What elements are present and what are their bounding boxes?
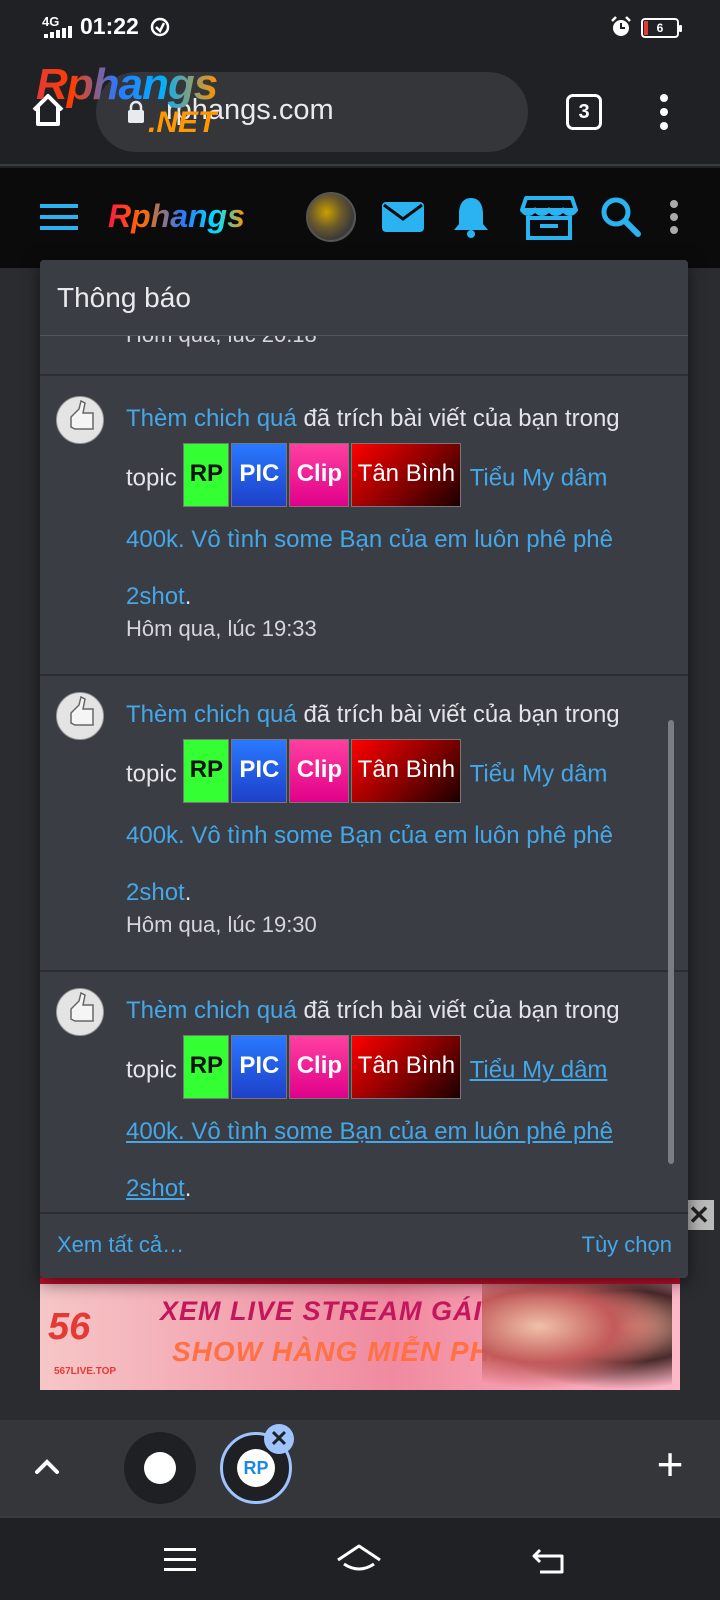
user-link[interactable]: Thèm chich quá xyxy=(126,405,297,432)
prefix-area: Tân Bình xyxy=(351,443,462,507)
system-nav-bar xyxy=(0,1516,720,1600)
chevron-up-icon[interactable] xyxy=(32,1452,62,1482)
sentence-end: . xyxy=(184,879,192,906)
options-link[interactable]: Tùy chọn xyxy=(582,1232,673,1258)
logo-suffix: .NET xyxy=(148,106,217,139)
ad-close-button[interactable]: ✕ xyxy=(684,1200,714,1230)
avatar[interactable] xyxy=(306,192,356,242)
store-icon[interactable] xyxy=(520,194,578,240)
site-brand[interactable]: Rphangs xyxy=(108,198,245,235)
ad-logo: 56 xyxy=(48,1306,91,1348)
battery-level: 6 xyxy=(656,21,664,35)
clock: 01:22 xyxy=(80,13,139,39)
prefix-pic: PIC xyxy=(231,1035,288,1099)
notification-footer: Xem tất cả… Tùy chọn xyxy=(40,1212,688,1278)
new-tab-button[interactable]: + xyxy=(650,1441,690,1487)
recent-apps-icon[interactable] xyxy=(162,1542,198,1578)
tab-thumbnail[interactable] xyxy=(124,1432,196,1504)
prefix-rp: RP xyxy=(183,1035,230,1099)
notification-item[interactable]: Thèm chich quá đã trích bài viết của bạn… xyxy=(40,672,688,972)
notification-header: Thông báo xyxy=(40,260,688,336)
site-menu-dots-icon[interactable] xyxy=(660,194,688,240)
hamburger-icon[interactable] xyxy=(40,202,78,232)
thumbs-up-avatar-icon xyxy=(70,991,94,1022)
avatar[interactable] xyxy=(56,988,104,1036)
user-link[interactable]: Thèm chich quá xyxy=(126,701,297,728)
notification-dropdown: Thông báo Hôm qua, lúc 20:18 Thèm chich … xyxy=(40,260,688,1278)
notification-item[interactable]: Thèm chich quá đã trích bài viết của bạn… xyxy=(40,968,688,1226)
prefix-clip: Clip xyxy=(289,739,350,803)
search-icon[interactable] xyxy=(598,194,644,240)
ad-banner[interactable]: 56 567LIVE.TOP XEM LIVE STREAM GÁI XINH … xyxy=(40,1278,680,1390)
menu-dots-icon[interactable] xyxy=(650,92,678,132)
notification-title: Thông báo xyxy=(57,282,191,313)
prefix-area: Tân Bình xyxy=(351,739,462,803)
close-tab-button[interactable]: ✕ xyxy=(264,1424,294,1454)
avatar[interactable] xyxy=(56,396,104,444)
alarm-icon xyxy=(611,16,631,36)
bell-icon[interactable] xyxy=(448,194,494,240)
prefix-clip: Clip xyxy=(289,443,350,507)
browser-toolbar: rphangs.com Rphangs .NET 3 xyxy=(0,54,720,166)
thumbs-up-avatar-icon xyxy=(70,695,94,726)
avatar[interactable] xyxy=(56,692,104,740)
notification-time: Hôm qua, lúc 19:33 xyxy=(126,616,317,641)
tab-switcher-button[interactable]: 3 xyxy=(566,94,602,130)
ad-sublogo: 567LIVE.TOP xyxy=(54,1366,117,1377)
rp-tab-icon: RP xyxy=(237,1449,275,1487)
prefix-pic: PIC xyxy=(231,739,288,803)
sentence-end: . xyxy=(184,1175,192,1202)
prefix-clip: Clip xyxy=(289,1035,350,1099)
battery-indicator: 6 xyxy=(641,18,682,38)
notification-text: Thèm chich quá đã trích bài viết của bạn… xyxy=(126,390,666,625)
logo-text: Rphangs xyxy=(36,60,218,109)
tab-strip: RP ✕ + xyxy=(0,1420,720,1516)
prefix-area: Tân Bình xyxy=(351,1035,462,1099)
notification-text: Thèm chich quá đã trích bài viết của bạn… xyxy=(126,982,666,1217)
prefix-rp: RP xyxy=(183,739,230,803)
vpn-icon xyxy=(150,17,170,37)
skype-icon xyxy=(144,1452,176,1484)
ad-subheadline: SHOW HÀNG MIỄN PHÍ xyxy=(172,1336,500,1367)
prefix-pic: PIC xyxy=(231,443,288,507)
scrollbar[interactable] xyxy=(668,720,674,1164)
view-all-link[interactable]: Xem tất cả… xyxy=(57,1232,184,1258)
ad-image xyxy=(482,1284,672,1390)
notification-text: Thèm chich quá đã trích bài viết của bạn… xyxy=(126,686,666,921)
user-link[interactable]: Thèm chich quá xyxy=(126,997,297,1024)
home-nav-icon[interactable] xyxy=(334,1542,384,1578)
back-icon[interactable] xyxy=(530,1542,566,1578)
sentence-end: . xyxy=(184,583,192,610)
status-bar: 4G 01:22 6 xyxy=(0,0,720,54)
notification-time: Hôm qua, lúc 20:18 xyxy=(126,336,317,348)
site-logo-overlay: Rphangs .NET xyxy=(36,60,256,140)
site-header: Rphangs xyxy=(0,168,720,268)
signal-icon xyxy=(44,26,72,38)
notification-time: Hôm qua, lúc 19:30 xyxy=(126,912,317,937)
prefix-rp: RP xyxy=(183,443,230,507)
notification-item[interactable]: Thèm chich quá đã trích bài viết của bạn… xyxy=(40,376,688,676)
thumbs-up-avatar-icon xyxy=(70,399,94,430)
notification-list[interactable]: Hôm qua, lúc 20:18 Thèm chich quá đã trí… xyxy=(40,336,688,1226)
mail-icon[interactable] xyxy=(380,194,426,240)
